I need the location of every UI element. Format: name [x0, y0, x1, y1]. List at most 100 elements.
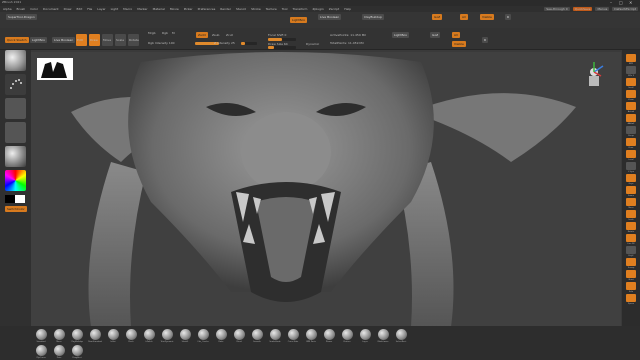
brush-hpolish[interactable] [144, 329, 155, 340]
move-mode-button[interactable]: Move [102, 34, 113, 46]
ghost-button[interactable]: Ghost [626, 270, 636, 281]
see-through-slider[interactable]: See-through 0 [544, 7, 570, 11]
menu-layer[interactable]: Layer [97, 7, 105, 11]
bpr-button[interactable]: BPR [626, 54, 636, 65]
menu-transform[interactable]: Transform [293, 7, 308, 11]
brush-trimdynamic[interactable] [162, 329, 173, 340]
scale-view-button[interactable]: Scale [626, 210, 636, 221]
brush-pinch[interactable] [126, 329, 137, 340]
live-boolean-button[interactable]: Live Boolean [318, 14, 342, 20]
live-boolean-small-button[interactable]: Live Boolean [52, 37, 76, 43]
menu-help[interactable]: Help [344, 7, 351, 11]
lightbox-right-button[interactable]: LightBox [392, 32, 410, 38]
brush-imm-parts[interactable] [306, 329, 317, 340]
local-button[interactable]: Local [626, 150, 636, 161]
zsub-button[interactable]: Zsub [212, 33, 219, 37]
goz-button[interactable]: GoZ [432, 14, 443, 20]
rgb-toggle[interactable]: Rgb [162, 31, 168, 35]
edit-mode-button[interactable]: Edit [76, 34, 87, 46]
all-right-button[interactable]: All [452, 32, 460, 38]
all-button[interactable]: All [460, 14, 468, 20]
dragon-sculpt-viewport[interactable] [31, 52, 621, 327]
texture-thumbnail[interactable] [5, 122, 26, 143]
menu-render[interactable]: Render [220, 7, 231, 11]
draw-size-slider[interactable] [268, 46, 296, 49]
lightbox-button[interactable]: LightBox [290, 17, 308, 23]
brush-slash3[interactable] [180, 329, 191, 340]
document-canvas[interactable] [31, 52, 621, 327]
scroll-button[interactable]: Scroll [626, 78, 636, 89]
visible-right-button[interactable]: Visible [452, 41, 466, 47]
zoom-button[interactable]: Zoom [626, 90, 636, 101]
brush-clipcurve[interactable] [36, 345, 47, 356]
brush-thumbnail[interactable] [5, 50, 26, 71]
menu-material[interactable]: Material [153, 7, 165, 11]
brush-smooth[interactable] [252, 329, 263, 340]
frame-button[interactable]: Frame [626, 186, 636, 197]
xpose-button[interactable]: Xpose [626, 294, 636, 305]
brush-masklasso[interactable] [378, 329, 389, 340]
brush-dots[interactable] [54, 345, 65, 356]
brush-move[interactable] [54, 329, 65, 340]
menu-tool[interactable]: Tool [282, 7, 288, 11]
brush-dragrect[interactable] [72, 345, 83, 356]
spix-button[interactable]: SPix 3 [626, 66, 636, 77]
menu-color[interactable]: Color [30, 7, 38, 11]
r-right-button[interactable]: R [482, 37, 489, 43]
secondary-color-swatch[interactable] [5, 195, 15, 203]
visible-button[interactable]: Visible [480, 14, 494, 20]
scale-mode-button[interactable]: Scale [115, 34, 126, 46]
menu-zplugin[interactable]: Zplugin [312, 7, 323, 11]
m-toggle[interactable]: M [172, 31, 175, 35]
menu-macro[interactable]: Macro [123, 7, 132, 11]
persp-button[interactable]: Persp [626, 126, 636, 137]
menu-brush[interactable]: Brush [17, 7, 26, 11]
brush-snakehook[interactable] [270, 329, 281, 340]
color-picker[interactable] [5, 170, 26, 191]
brush-inflat[interactable] [108, 329, 119, 340]
brush-name-field[interactable]: ClayBuildup [362, 14, 384, 20]
stroke-thumbnail[interactable] [5, 74, 26, 95]
navigation-gizmo-icon[interactable] [589, 62, 604, 86]
menus-button[interactable]: Menus [595, 7, 610, 11]
z-intensity-slider[interactable] [241, 42, 257, 45]
actual-button[interactable]: Actual [626, 102, 636, 113]
close-button[interactable]: ✕ [629, 0, 632, 5]
transp-button[interactable]: Transp [626, 258, 636, 269]
lsym-button[interactable]: L.Sym [626, 162, 636, 173]
menu-alpha[interactable]: Alpha [3, 7, 12, 11]
line-fill-button[interactable]: Line Fill [626, 234, 636, 245]
menu-stencil[interactable]: Stencil [236, 7, 246, 11]
menu-marker[interactable]: Marker [137, 7, 147, 11]
primary-color-swatch[interactable] [15, 195, 25, 203]
floor-button[interactable]: Floor [626, 138, 636, 149]
menu-document[interactable]: Document [43, 7, 59, 11]
default-zscript-button[interactable]: DefaultZScript [612, 7, 638, 11]
menu-picker[interactable]: Picker [184, 7, 193, 11]
brush-selectrect[interactable] [396, 329, 407, 340]
menu-movie[interactable]: Movie [170, 7, 179, 11]
zcut-button[interactable]: Zcut [226, 33, 233, 37]
menu-texture[interactable]: Texture [266, 7, 277, 11]
quicksave-button[interactable]: QuickSave [572, 7, 593, 11]
r-button[interactable]: R [505, 14, 512, 20]
dynamic-button[interactable]: Dynamic [306, 42, 319, 46]
menu-preferences[interactable]: Preferences [198, 7, 216, 11]
draw-mode-button[interactable]: Draw [89, 34, 100, 46]
menu-stroke[interactable]: Stroke [251, 7, 261, 11]
brush-curvetube[interactable] [288, 329, 299, 340]
alpha-thumbnail[interactable] [5, 98, 26, 119]
quick-sketch-button[interactable]: Quick Sketch [5, 37, 29, 43]
menu-file[interactable]: File [87, 7, 92, 11]
minimize-button[interactable]: – [610, 0, 612, 5]
menu-draw[interactable]: Draw [64, 7, 72, 11]
focal-shift-slider[interactable] [268, 38, 296, 41]
brush-layer[interactable] [360, 329, 371, 340]
brush-flatten[interactable] [342, 329, 353, 340]
material-thumbnail[interactable] [5, 146, 26, 167]
brush-orb-cracks[interactable] [198, 329, 209, 340]
zadd-button[interactable]: Zadd [196, 32, 208, 38]
brush-claybuildup[interactable] [72, 329, 83, 340]
aahalf-button[interactable]: AAHalf [626, 114, 636, 125]
move-view-button[interactable]: Move [626, 198, 636, 209]
